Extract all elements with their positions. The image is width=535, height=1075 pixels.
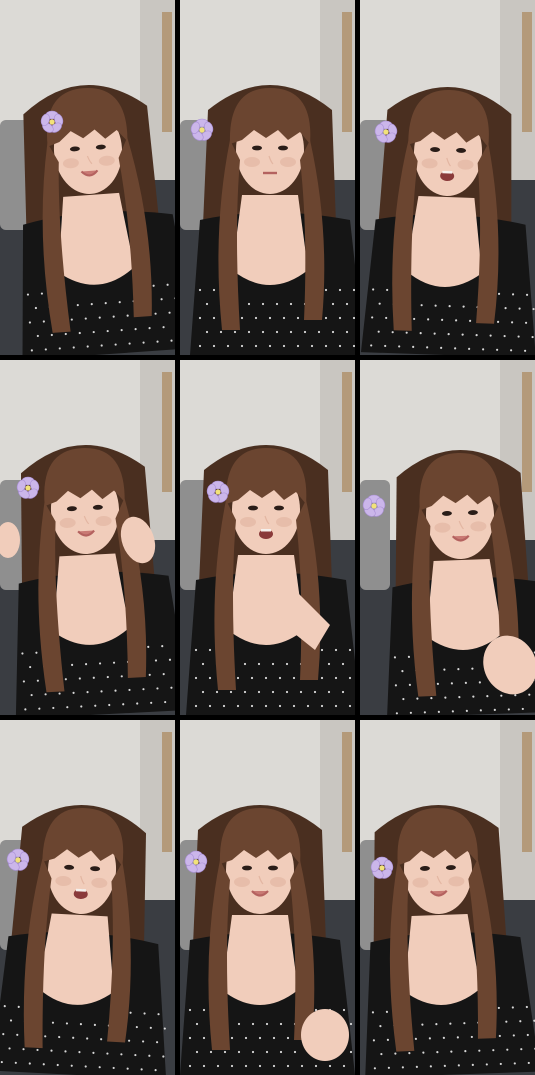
neckline: [222, 915, 298, 1005]
photo-frame-6: [360, 360, 535, 715]
wall-frame: [342, 732, 352, 852]
person: [190, 85, 355, 355]
portrait-illustration: [180, 360, 355, 715]
photo-frame-5: [180, 360, 355, 715]
eye-left: [248, 505, 258, 511]
portrait-illustration: [360, 720, 535, 1075]
portrait-illustration: [0, 720, 175, 1075]
wall-frame: [162, 12, 172, 132]
photo-frame-1: [0, 0, 175, 355]
hand: [301, 1009, 349, 1061]
photo-frame-9: [360, 720, 535, 1075]
wall-frame: [522, 12, 532, 132]
neckline: [426, 558, 503, 650]
portrait-illustration: [0, 360, 175, 715]
eye-right: [268, 865, 278, 871]
photo-frame-3: [360, 0, 535, 355]
eye-right: [278, 145, 288, 151]
eye-left: [242, 865, 252, 871]
portrait-illustration: [180, 0, 355, 355]
wall-frame: [162, 372, 172, 492]
photo-frame-4: [0, 360, 175, 715]
wall-frame: [522, 372, 532, 492]
portrait-illustration: [0, 0, 175, 355]
neckline: [404, 913, 481, 1005]
portrait-illustration: [360, 0, 535, 355]
neckline: [405, 195, 482, 287]
photo-frame-7: [0, 720, 175, 1075]
eye-left: [252, 145, 262, 151]
eye-right: [274, 505, 284, 511]
neckline: [232, 195, 308, 285]
photo-frame-2: [180, 0, 355, 355]
photo-frame-8: [180, 720, 355, 1075]
portrait-illustration: [180, 720, 355, 1075]
wall-frame: [522, 732, 532, 852]
photo-grid: [0, 0, 535, 1075]
wall-frame: [342, 372, 352, 492]
portrait-illustration: [360, 360, 535, 715]
wall-frame: [162, 732, 172, 852]
wall-frame: [342, 12, 352, 132]
